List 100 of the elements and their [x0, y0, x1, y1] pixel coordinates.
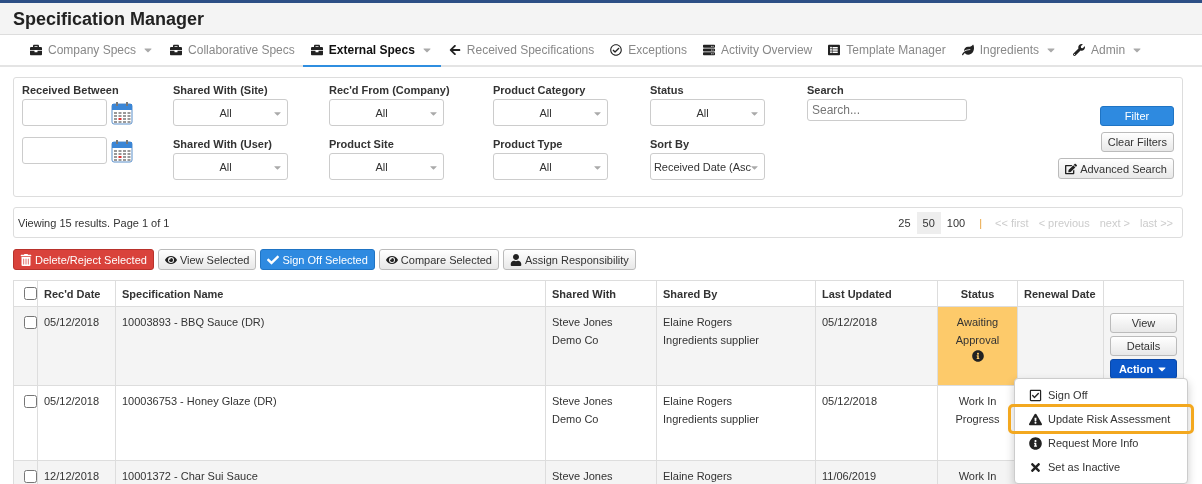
- eye-icon: [385, 253, 398, 266]
- table-cell-text: 05/12/2018: [44, 315, 101, 330]
- nav-tab[interactable]: Exceptions: [602, 35, 695, 67]
- nav-tab[interactable]: Admin: [1065, 35, 1152, 67]
- edit-icon: [1065, 162, 1078, 175]
- filter-label: Product Category: [493, 84, 587, 96]
- select-field[interactable]: All: [650, 99, 765, 126]
- select-field[interactable]: All: [173, 99, 288, 126]
- column-header: Last Updated: [815, 280, 938, 307]
- results-summary: Viewing 15 results. Page 1 of 1: [18, 216, 170, 229]
- menu-item-label: Sign Off: [1048, 389, 1088, 401]
- select-field[interactable]: All: [329, 153, 444, 180]
- wrench-icon: [1073, 44, 1086, 56]
- column-header: Renewal Date: [1017, 280, 1104, 307]
- column-header: Specification Name: [115, 280, 546, 307]
- page-size-link[interactable]: 100: [940, 211, 972, 234]
- briefcase-icon: [310, 44, 323, 56]
- table-cell-text: 12/12/2018: [44, 469, 101, 484]
- calendar-icon[interactable]: [111, 138, 133, 163]
- checkbox[interactable]: [24, 395, 37, 408]
- briefcase-icon: [30, 44, 42, 56]
- filter-label: Status: [650, 84, 685, 96]
- nav-tab[interactable]: Activity Overview: [694, 35, 821, 67]
- table-cell-text: 11/06/2019: [822, 469, 878, 484]
- select-field[interactable]: All: [493, 153, 608, 180]
- briefcase-icon: [170, 44, 183, 56]
- filter-label: Received Between: [22, 84, 120, 96]
- page-size-link[interactable]: 50: [916, 211, 941, 234]
- select-field[interactable]: All: [173, 153, 288, 180]
- nav-tab[interactable]: Ingredients: [953, 35, 1066, 67]
- column-header: Rec'd Date: [37, 280, 116, 307]
- checkbox[interactable]: [24, 470, 37, 483]
- table-cell-text: 05/12/2018: [822, 315, 879, 330]
- filter-label: Rec'd From (Company): [329, 84, 451, 96]
- menu-item-label: Request More Info: [1048, 437, 1139, 449]
- table-cell-text: Ingredients supplier: [663, 412, 760, 427]
- calendar-icon[interactable]: [111, 100, 133, 125]
- row-action-button[interactable]: Details: [1110, 336, 1177, 356]
- table-cell-text: 05/12/2018: [822, 394, 879, 409]
- warning-icon: [1029, 412, 1042, 426]
- nav-tab[interactable]: Received Specifications: [440, 35, 603, 67]
- bulk-action-button[interactable]: Compare Selected: [378, 249, 499, 270]
- app-title: Specification Manager: [13, 9, 206, 30]
- bulk-action-button[interactable]: Delete/Reject Selected: [13, 249, 154, 270]
- nav-tab[interactable]: Template Manager: [820, 35, 954, 67]
- filter-label: Shared With (User): [173, 138, 273, 150]
- date-field[interactable]: [22, 137, 107, 164]
- table-cell-text: 10001372 - Char Sui Sauce: [122, 469, 259, 484]
- filter-label: Product Site: [329, 138, 395, 150]
- arrow-left-icon: [448, 44, 461, 56]
- clear-button[interactable]: Clear Filters: [1100, 132, 1174, 152]
- table-cell-text: 05/12/2018: [44, 394, 101, 409]
- checkbox[interactable]: [24, 316, 37, 329]
- table-cell-text: Steve Jones: [552, 469, 614, 484]
- menu-item[interactable]: Update Risk Assessment: [1011, 407, 1191, 431]
- info-icon: [971, 350, 984, 362]
- select-field[interactable]: Received Date (Asc: [650, 153, 765, 180]
- search-field[interactable]: Search...: [807, 99, 967, 121]
- select-field[interactable]: All: [329, 99, 444, 126]
- table-cell-text: 100036753 - Honey Glaze (DR): [122, 394, 278, 409]
- status-text: Work In: [957, 469, 998, 484]
- nav-tab[interactable]: Collaborative Specs: [162, 35, 303, 67]
- leaf-icon: [961, 44, 974, 56]
- list-icon: [828, 44, 841, 56]
- filter-label: Shared With (Site): [173, 84, 269, 96]
- page-size-link[interactable]: 25: [892, 211, 917, 234]
- action-dropdown-button[interactable]: Action: [1110, 359, 1177, 379]
- check-icon: [267, 253, 280, 266]
- table-cell-text: 10003893 - BBQ Sauce (DR): [122, 315, 266, 330]
- table-cell-text: Elaine Rogers: [663, 394, 734, 409]
- select-field[interactable]: All: [493, 99, 608, 126]
- filter-label: Sort By: [650, 138, 691, 150]
- checkbox-icon: [1029, 388, 1042, 402]
- server-icon: [702, 44, 715, 56]
- bulk-action-button[interactable]: Sign Off Selected: [260, 249, 375, 270]
- menu-item[interactable]: Set as Inactive: [1015, 455, 1187, 479]
- nav-tab[interactable]: External Specs: [302, 35, 441, 67]
- bulk-action-button[interactable]: View Selected: [157, 249, 257, 270]
- menu-item-label: Update Risk Assessment: [1048, 413, 1171, 425]
- filter-label: Search: [807, 84, 845, 96]
- close-icon: [1029, 460, 1042, 474]
- date-field[interactable]: [22, 99, 107, 126]
- table-cell-text: Steve Jones: [552, 394, 614, 409]
- status-text: Work In Progress: [954, 394, 1001, 427]
- advanced-search-button[interactable]: Advanced Search: [1058, 158, 1174, 179]
- filter-label: Product Type: [493, 138, 564, 150]
- table-cell-text: Demo Co: [552, 412, 600, 427]
- menu-item[interactable]: Sign Off: [1015, 383, 1187, 407]
- user-icon: [509, 253, 522, 266]
- table-cell-text: Elaine Rogers: [663, 469, 734, 484]
- menu-item[interactable]: Request More Info: [1015, 431, 1187, 455]
- table-cell-text: Demo Co: [552, 333, 600, 348]
- filter-button[interactable]: Filter: [1100, 106, 1174, 126]
- nav-tab[interactable]: Company Specs: [22, 35, 163, 67]
- table-cell-text: Steve Jones: [552, 315, 614, 330]
- table-cell-text: Elaine Rogers: [663, 315, 734, 330]
- eye-icon: [164, 253, 177, 266]
- bulk-action-button[interactable]: Assign Responsibility: [502, 249, 636, 270]
- checkbox[interactable]: [24, 287, 37, 300]
- row-action-button[interactable]: View: [1110, 313, 1177, 333]
